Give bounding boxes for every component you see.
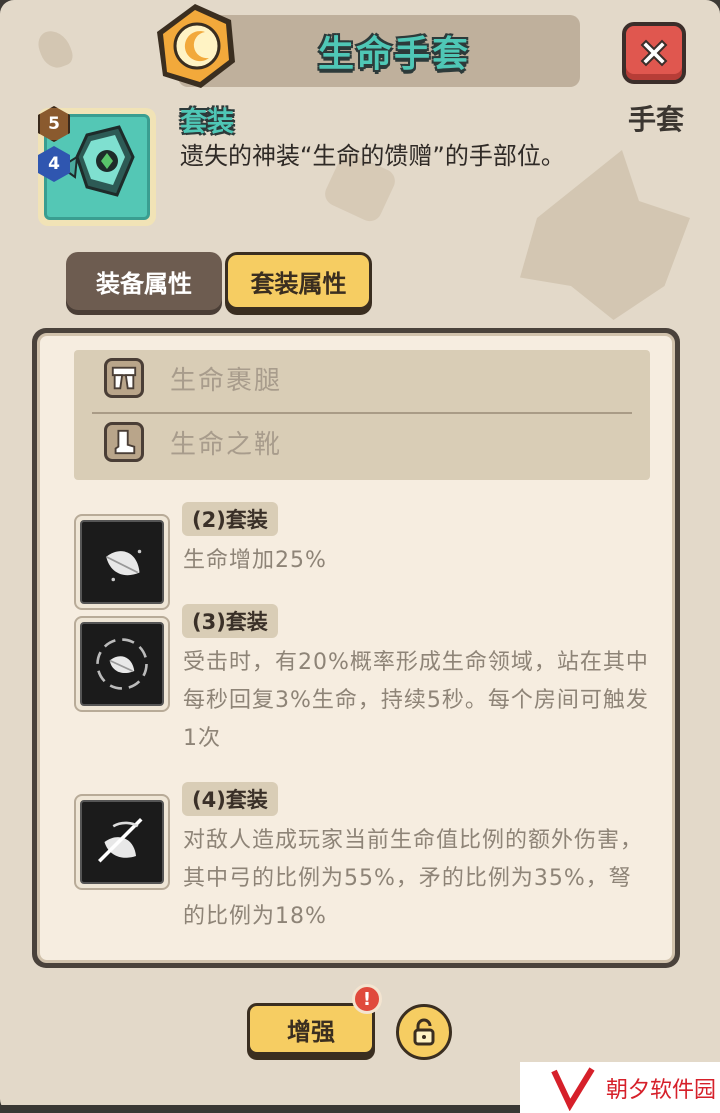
list-item[interactable]: 生命裹腿	[104, 352, 282, 404]
background-decoration	[520, 150, 690, 320]
set-bonus-tag: (4)套装	[182, 782, 278, 816]
set-piece-list: 生命裹腿 生命之靴	[74, 350, 650, 480]
tab-equipment-attributes[interactable]: 装备属性	[66, 252, 222, 310]
item-description: 遗失的神装“生命的馈赠”的手部位。	[180, 142, 565, 170]
tab-set-attributes[interactable]: 套装属性	[225, 252, 372, 310]
set-piece-name: 生命裹腿	[170, 365, 283, 396]
leaf-icon	[105, 549, 142, 582]
leaf-swirl-icon	[96, 638, 148, 690]
set-bonus-tag: (2)套装	[182, 502, 278, 536]
unlock-icon	[413, 1018, 435, 1046]
list-item[interactable]: 生命之靴	[104, 416, 282, 468]
watermark-text: 朝夕软件园	[606, 1077, 717, 1103]
watermark-logo	[551, 1066, 595, 1111]
leaf-slash-icon	[98, 818, 143, 863]
moon-badge-icon	[157, 4, 235, 88]
set-bonus-icon	[74, 514, 170, 610]
page-title: 生命手套	[317, 34, 470, 75]
close-x-icon	[640, 39, 668, 67]
set-attributes-panel: 生命裹腿 生命之靴 (2)套装 生命增加25% (3)套装 受击时，有20%概率…	[32, 328, 680, 968]
set-bonus-icon	[74, 616, 170, 712]
divider	[92, 412, 632, 414]
watermark: 朝夕软件园	[520, 1062, 720, 1113]
title-bar: 生命手套	[178, 15, 580, 87]
set-bonus-description: 对敌人造成玩家当前生命值比例的额外伤害，其中弓的比例为55%，矛的比例为35%，…	[183, 828, 644, 929]
set-attributes-scroll-area[interactable]: 生命裹腿 生命之靴 (2)套装 生命增加25% (3)套装 受击时，有20%概率…	[37, 333, 675, 963]
set-bonus-icon	[74, 794, 170, 890]
leggings-icon	[104, 358, 144, 398]
set-piece-name: 生命之靴	[170, 429, 283, 460]
set-bonus-description: 生命增加25%	[183, 548, 327, 573]
close-button[interactable]	[622, 22, 686, 84]
set-bonus-description: 受击时，有20%概率形成生命领域，站在其中每秒回复3%生命，持续5秒。每个房间可…	[183, 650, 649, 751]
alert-badge: !	[352, 984, 382, 1014]
equipment-slot-label: 手套	[627, 103, 684, 136]
item-detail-panel: 生命手套 手套 5 4 套装 遗失的神装“生命的馈赠”的手部位。 装备属性 套装…	[0, 0, 720, 1113]
set-tag: 套装	[180, 107, 234, 138]
enhance-button[interactable]: 增强	[247, 1003, 375, 1055]
background-decoration	[34, 26, 76, 72]
boots-icon	[104, 422, 144, 462]
set-bonus-tag: (3)套装	[182, 604, 278, 638]
lock-toggle-button[interactable]	[396, 1004, 452, 1060]
